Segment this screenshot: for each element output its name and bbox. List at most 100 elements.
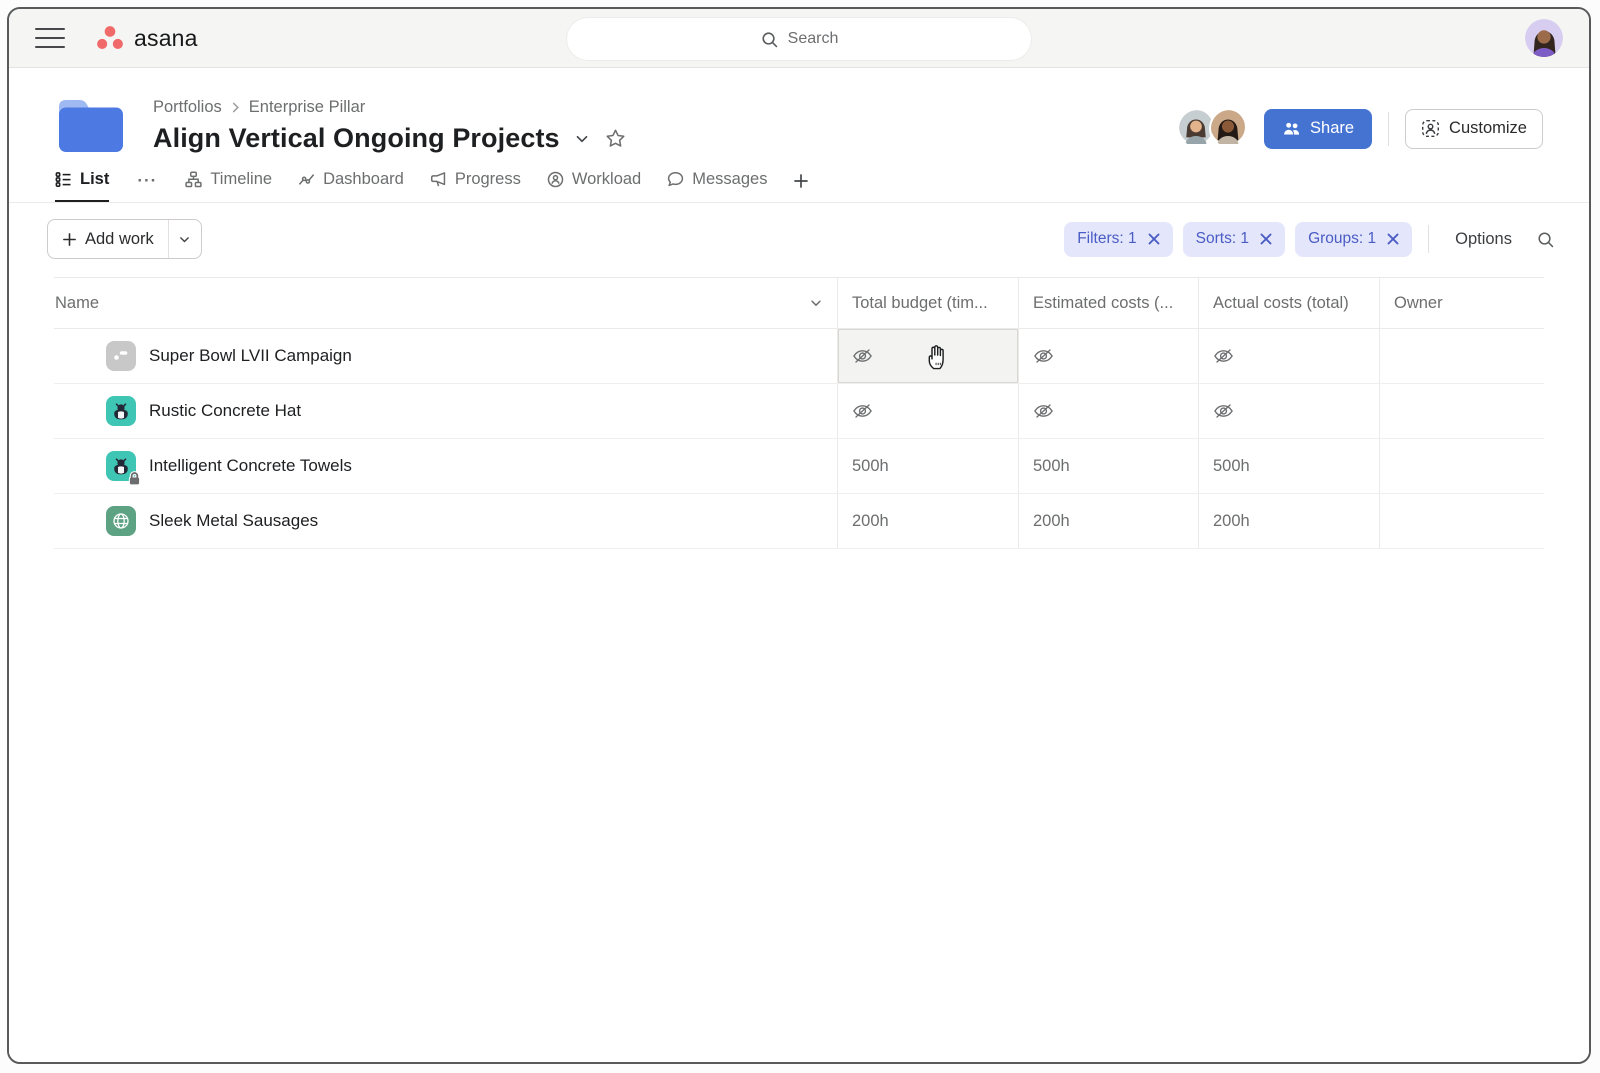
portfolio-header: Portfolios Enterprise Pillar Align Verti… [9, 68, 1589, 156]
project-name-cell[interactable]: Rustic Concrete Hat [54, 384, 837, 438]
value-cell[interactable] [1198, 384, 1379, 438]
chevron-down-icon[interactable] [809, 296, 823, 310]
close-icon[interactable] [1387, 233, 1399, 245]
table-header: Name Total budget (tim... Estimated cost… [54, 277, 1544, 329]
value-cell[interactable] [1198, 329, 1379, 383]
options-button[interactable]: Options [1445, 230, 1522, 249]
bug-icon [106, 396, 136, 426]
owner-cell[interactable] [1379, 439, 1544, 493]
tab-messages[interactable]: Messages [667, 170, 767, 202]
globe-project-icon [106, 506, 136, 536]
tab-list[interactable]: List [55, 170, 109, 202]
table-body: Super Bowl LVII Campaign Rustic Concret [54, 329, 1544, 549]
share-button[interactable]: Share [1264, 109, 1372, 149]
plus-icon [62, 232, 77, 247]
tab-dashboard-label: Dashboard [323, 170, 404, 189]
eye-slash-icon [1213, 402, 1234, 420]
user-avatar[interactable] [1525, 19, 1563, 57]
value-cell[interactable]: 500h [1198, 439, 1379, 493]
owner-cell[interactable] [1379, 384, 1544, 438]
app-window: asana Search Portfolios Enterprise Pilla… [7, 7, 1591, 1064]
add-work-button[interactable]: Add work [47, 219, 202, 259]
tab-overflow-menu-icon[interactable]: ··· [135, 171, 159, 202]
owner-cell[interactable] [1379, 329, 1544, 383]
bug-project-icon [106, 396, 136, 426]
table-row: Rustic Concrete Hat [54, 384, 1544, 439]
progress-icon [430, 171, 447, 188]
member-avatar-2[interactable] [1209, 108, 1250, 149]
list-icon [55, 171, 72, 188]
customize-label: Customize [1449, 119, 1527, 138]
eye-slash-icon [852, 347, 873, 365]
asana-logo[interactable]: asana [95, 24, 198, 52]
tab-list-label: List [80, 170, 109, 189]
row-title: Intelligent Concrete Towels [149, 456, 352, 476]
value-cell[interactable]: 500h [837, 439, 1018, 493]
value-cell[interactable] [837, 329, 1018, 383]
filters-chip[interactable]: Filters: 1 [1064, 222, 1172, 257]
tab-timeline[interactable]: Timeline [185, 170, 272, 202]
close-icon[interactable] [1148, 233, 1160, 245]
projects-table: Name Total budget (tim... Estimated cost… [54, 277, 1544, 549]
tab-progress[interactable]: Progress [430, 170, 521, 202]
tab-dashboard[interactable]: Dashboard [298, 170, 404, 202]
project-name-cell[interactable]: Sleek Metal Sausages [54, 494, 837, 548]
project-name-cell[interactable]: Intelligent Concrete Towels [54, 439, 837, 493]
header-actions: Share Customize [1177, 108, 1543, 149]
value-cell[interactable]: 200h [1198, 494, 1379, 548]
add-work-caret[interactable] [168, 220, 201, 258]
value-cell[interactable]: 500h [1018, 439, 1198, 493]
filters-chip-label: Filters: 1 [1077, 230, 1136, 248]
column-header-actual-costs[interactable]: Actual costs (total) [1198, 278, 1379, 328]
table-row: Super Bowl LVII Campaign [54, 329, 1544, 384]
row-title: Super Bowl LVII Campaign [149, 346, 352, 366]
eye-slash-icon [1213, 347, 1234, 365]
close-icon[interactable] [1260, 233, 1272, 245]
groups-chip[interactable]: Groups: 1 [1295, 222, 1412, 257]
dashboard-icon [298, 171, 315, 188]
column-header-total-budget[interactable]: Total budget (tim... [837, 278, 1018, 328]
eye-slash-icon [852, 402, 873, 420]
sorts-chip[interactable]: Sorts: 1 [1183, 222, 1285, 257]
search-input[interactable]: Search [566, 17, 1032, 61]
sorts-chip-label: Sorts: 1 [1196, 230, 1249, 248]
add-tab-button[interactable] [793, 170, 809, 202]
title-row: Align Vertical Ongoing Projects [153, 123, 627, 154]
view-tabs: List ··· Timeline Dashboard Progress [9, 156, 1589, 203]
value-cell[interactable] [1018, 384, 1198, 438]
tab-workload[interactable]: Workload [547, 170, 641, 202]
topbar: asana Search [9, 9, 1589, 68]
add-work-main[interactable]: Add work [48, 220, 168, 258]
empty-canvas [9, 549, 1589, 1062]
value-cell[interactable]: 200h [837, 494, 1018, 548]
favorite-star-icon[interactable] [604, 127, 627, 150]
groups-chip-label: Groups: 1 [1308, 230, 1376, 248]
add-work-label: Add work [85, 230, 154, 249]
eye-slash-icon [1033, 402, 1054, 420]
screenshot-icon [106, 341, 136, 371]
value-cell[interactable] [837, 384, 1018, 438]
lock-icon [127, 471, 142, 486]
column-header-estimated-costs[interactable]: Estimated costs (... [1018, 278, 1198, 328]
search-icon [1536, 230, 1555, 249]
title-menu-chevron-icon[interactable] [574, 131, 590, 147]
column-header-name[interactable]: Name [54, 278, 837, 328]
row-title: Rustic Concrete Hat [149, 401, 301, 421]
owner-cell[interactable] [1379, 494, 1544, 548]
tab-timeline-label: Timeline [210, 170, 272, 189]
tab-progress-label: Progress [455, 170, 521, 189]
breadcrumb-current-link[interactable]: Enterprise Pillar [249, 98, 365, 117]
list-search-button[interactable] [1532, 230, 1559, 249]
plus-icon [793, 173, 809, 189]
value-cell[interactable]: 200h [1018, 494, 1198, 548]
share-people-icon [1282, 120, 1301, 137]
column-header-owner[interactable]: Owner [1379, 278, 1544, 328]
customize-button[interactable]: Customize [1405, 109, 1543, 149]
brand-text: asana [134, 25, 198, 52]
sidebar-toggle-icon[interactable] [35, 28, 65, 48]
breadcrumb: Portfolios Enterprise Pillar [153, 98, 627, 117]
breadcrumb-portfolios-link[interactable]: Portfolios [153, 98, 222, 117]
value-cell[interactable] [1018, 329, 1198, 383]
project-name-cell[interactable]: Super Bowl LVII Campaign [54, 329, 837, 383]
timeline-icon [185, 171, 202, 188]
